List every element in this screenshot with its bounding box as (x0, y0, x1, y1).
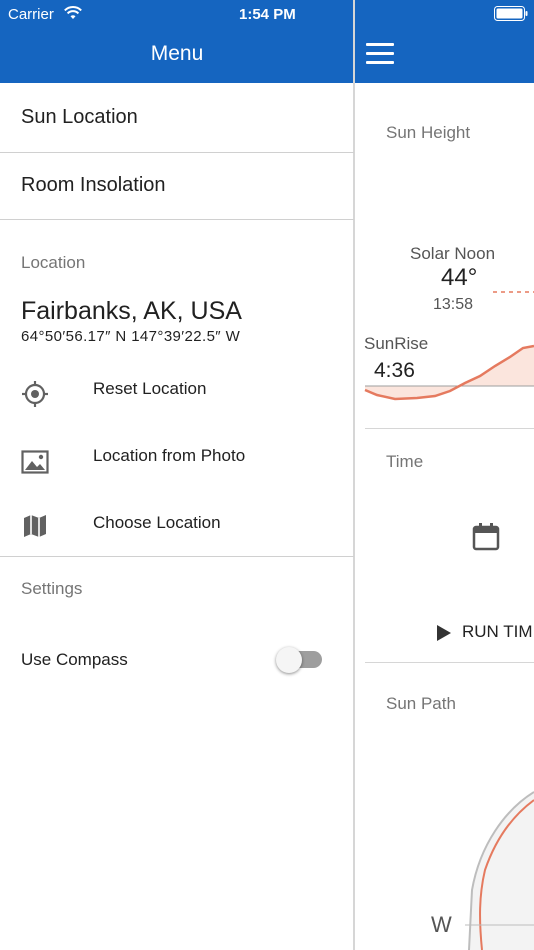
sun-height-title: Sun Height (386, 123, 471, 142)
location-coordinates: 64°50′56.17″ N 147°39′22.5″ W (21, 328, 241, 345)
sun-path-disc (469, 792, 534, 950)
card-divider (365, 428, 534, 429)
west-label: W (431, 912, 452, 937)
run-time-label: RUN TIM (462, 622, 533, 641)
menu-item-label: Room Insolation (21, 174, 166, 196)
divider (0, 556, 354, 557)
settings-section-header: Settings (21, 579, 83, 598)
clock: 1:54 PM (239, 6, 296, 23)
time-title: Time (386, 452, 424, 471)
carrier-label: Carrier (8, 6, 54, 23)
play-icon (437, 625, 451, 641)
divider (0, 152, 354, 153)
image-icon (21, 450, 49, 474)
menu-item-label: Sun Location (21, 106, 138, 128)
reset-location-label: Reset Location (93, 379, 207, 398)
drawer-title: Menu (150, 42, 204, 65)
location-from-photo-button[interactable]: Location from Photo (0, 437, 353, 485)
sun-path-title: Sun Path (386, 694, 456, 713)
use-compass-label: Use Compass (21, 650, 128, 669)
drawer-edge (353, 0, 355, 950)
menu-item-room-insolation[interactable]: Room Insolation (0, 174, 353, 214)
wifi-icon (64, 6, 82, 19)
map-icon (24, 515, 46, 537)
run-time-button[interactable]: RUN TIM (436, 622, 534, 644)
sun-height-chart (364, 291, 534, 401)
divider (0, 219, 354, 220)
location-section-header: Location (21, 253, 86, 272)
location-from-photo-label: Location from Photo (93, 446, 246, 465)
reset-location-button[interactable]: Reset Location (0, 370, 353, 418)
choose-location-label: Choose Location (93, 513, 221, 532)
calendar-icon[interactable] (471, 522, 501, 552)
hamburger-menu-icon[interactable] (366, 43, 394, 65)
choose-location-button[interactable]: Choose Location (0, 504, 353, 552)
target-icon (22, 381, 48, 407)
location-name: Fairbanks, AK, USA (21, 297, 242, 325)
card-divider (365, 662, 534, 663)
battery-icon (494, 6, 528, 21)
toggle-knob (276, 647, 302, 673)
menu-item-sun-location[interactable]: Sun Location (0, 106, 353, 146)
solar-noon-label: Solar Noon (410, 244, 496, 263)
